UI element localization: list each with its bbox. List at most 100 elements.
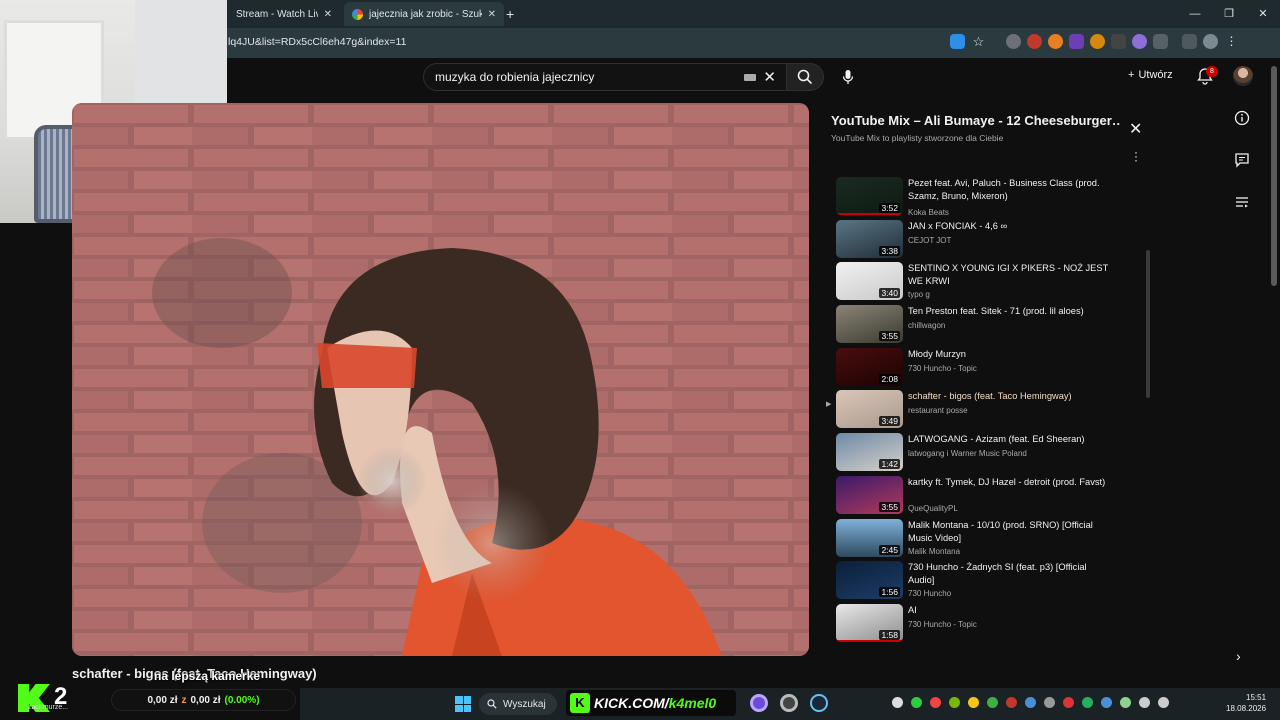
chevron-right-icon[interactable]: › xyxy=(1236,648,1241,664)
tray-icon[interactable] xyxy=(911,697,922,708)
taskbar-clock[interactable]: 15:51 18.08.2026 xyxy=(1226,692,1266,714)
wifi-icon[interactable] xyxy=(1139,697,1150,708)
puzzle-icon[interactable] xyxy=(1153,34,1168,49)
chat-icon[interactable] xyxy=(1232,150,1252,170)
item-title[interactable]: 730 Huncho - Żadnych SI (feat. p3) [Offi… xyxy=(908,561,1113,587)
playlist-more-icon[interactable]: · · · xyxy=(1134,146,1138,166)
video-thumbnail[interactable]: 1:56 xyxy=(836,561,903,600)
nvidia-icon[interactable] xyxy=(949,697,960,708)
video-thumbnail[interactable]: 2:45 xyxy=(836,518,903,557)
item-channel: QueQualityPL xyxy=(908,503,958,513)
notification-badge: 8 xyxy=(1206,66,1218,77)
tray-icon[interactable] xyxy=(892,697,903,708)
video-player[interactable] xyxy=(72,103,809,656)
duration-badge: 1:56 xyxy=(879,587,900,598)
clear-search-icon[interactable]: ✕ xyxy=(763,68,776,86)
playlist-item[interactable]: 3:52 Pezet feat. Avi, Paluch - Business … xyxy=(826,175,1126,218)
video-thumbnail[interactable]: 3:38 xyxy=(836,219,903,258)
playlist-item[interactable]: 1:42 LATWOGANG - Azizam (feat. Ed Sheera… xyxy=(826,431,1126,474)
network-icon[interactable] xyxy=(1101,697,1112,708)
close-tab-icon[interactable]: ✕ xyxy=(324,9,332,20)
app-icon[interactable] xyxy=(780,694,798,712)
close-playlist-icon[interactable]: ✕ xyxy=(1129,119,1142,139)
tray-icon[interactable] xyxy=(1006,697,1017,708)
playlist-item[interactable]: 2:45 Malik Montana - 10/10 (prod. SRNO) … xyxy=(826,517,1126,560)
item-title[interactable]: Pezet feat. Avi, Paluch - Business Class… xyxy=(908,177,1113,203)
video-thumbnail[interactable]: 3:49 xyxy=(836,390,903,429)
new-tab-button[interactable]: + xyxy=(506,6,514,22)
playlist-icon[interactable] xyxy=(1232,192,1252,212)
duration-badge: 3:55 xyxy=(879,501,900,512)
bookmark-star-icon[interactable]: ☆ xyxy=(971,34,986,49)
extension-icon[interactable] xyxy=(1090,34,1105,49)
voice-search-button[interactable] xyxy=(834,63,862,91)
extension-icon[interactable] xyxy=(1132,34,1147,49)
item-title[interactable]: schafter - bigos (feat. Taco Hemingway) xyxy=(908,390,1113,403)
extension-icon[interactable] xyxy=(1006,34,1021,49)
video-thumbnail[interactable]: 1:58 xyxy=(836,603,903,642)
playlist-scrollbar[interactable] xyxy=(1146,250,1150,398)
item-title[interactable]: SENTINO X YOUNG IGI X PIKERS - NOŻ JEST … xyxy=(908,262,1113,288)
taskbar-search[interactable]: Wyszukaj xyxy=(479,693,557,715)
video-thumbnail[interactable]: 1:42 xyxy=(836,433,903,472)
microphone-icon xyxy=(842,70,854,84)
tray-icon[interactable] xyxy=(987,697,998,708)
extension-icon[interactable] xyxy=(1069,34,1084,49)
windows-start-icon[interactable] xyxy=(455,696,471,712)
tray-icon[interactable] xyxy=(1063,697,1074,708)
app-icon[interactable] xyxy=(750,694,768,712)
create-button[interactable]: + Utwórz xyxy=(1128,69,1173,81)
maximize-icon[interactable]: ❐ xyxy=(1212,0,1246,28)
url-text[interactable]: lq4JU&list=RDx5cCl6eh47g&index=11 xyxy=(228,36,406,48)
item-title[interactable]: kartky ft. Tymek, DJ Hazel - detroit (pr… xyxy=(908,476,1113,489)
avatar[interactable] xyxy=(1233,66,1253,86)
tray-icon[interactable] xyxy=(1082,697,1093,708)
video-thumbnail[interactable]: 3:52 xyxy=(836,177,903,215)
browser-tab-search[interactable]: jajecznia jak zrobic - Szukaj w G ✕ xyxy=(344,2,504,26)
item-title[interactable]: Malik Montana - 10/10 (prod. SRNO) [Offi… xyxy=(908,519,1113,545)
extension-icon[interactable] xyxy=(1111,34,1126,49)
video-thumbnail[interactable]: 3:40 xyxy=(836,262,903,301)
item-title[interactable]: Ten Preston feat. Sitek - 71 (prod. lil … xyxy=(908,305,1113,318)
playlist-item[interactable]: 1:56 730 Huncho - Żadnych SI (feat. p3) … xyxy=(826,559,1126,602)
item-title[interactable]: Młody Murzyn xyxy=(908,348,1113,361)
playlist-item[interactable]: 3:38 JAN x FONCIAK - 4,6 ∞ CEJOT JOT xyxy=(826,218,1126,261)
playlist-item[interactable]: 1:58 AI 730 Huncho - Topic xyxy=(826,602,1126,645)
volume-icon[interactable] xyxy=(1158,697,1169,708)
cast-icon[interactable] xyxy=(950,34,965,49)
playlist-item-current[interactable]: ▶ 3:49 schafter - bigos (feat. Taco Hemi… xyxy=(826,388,1126,431)
extension-icon[interactable] xyxy=(1048,34,1063,49)
item-title[interactable]: AI xyxy=(908,604,1113,617)
search-input[interactable]: muzyka do robienia jajecznicy ✕ xyxy=(423,63,787,91)
video-thumbnail[interactable]: 3:55 xyxy=(836,475,903,514)
browser-tab-stream[interactable]: Stream - Watch Live on · ✕ xyxy=(228,2,340,26)
reading-list-icon[interactable] xyxy=(1182,34,1197,49)
search-button[interactable] xyxy=(786,63,824,91)
info-icon[interactable] xyxy=(1232,108,1252,128)
close-window-icon[interactable]: ✕ xyxy=(1246,0,1280,28)
tray-icon[interactable] xyxy=(1025,697,1036,708)
tray-icon[interactable] xyxy=(968,697,979,708)
extension-icon[interactable] xyxy=(1027,34,1042,49)
playlist-item[interactable]: 3:40 SENTINO X YOUNG IGI X PIKERS - NOŻ … xyxy=(826,260,1126,303)
keyboard-icon[interactable] xyxy=(744,74,756,81)
profile-icon[interactable] xyxy=(1203,34,1218,49)
item-title[interactable]: JAN x FONCIAK - 4,6 ∞ xyxy=(908,220,1113,233)
item-channel: latwogang i Warner Music Poland xyxy=(908,449,1027,459)
item-title[interactable]: LATWOGANG - Azizam (feat. Ed Sheeran) xyxy=(908,433,1113,446)
menu-dots-icon[interactable]: ⋮ xyxy=(1224,34,1239,49)
close-tab-icon[interactable]: ✕ xyxy=(488,9,496,20)
steam-icon[interactable] xyxy=(810,694,828,712)
playlist-item[interactable]: 2:08 Młody Murzyn 730 Huncho - Topic xyxy=(826,346,1126,389)
playlist-item[interactable]: 3:55 kartky ft. Tymek, DJ Hazel - detroi… xyxy=(826,474,1126,517)
video-thumbnail[interactable]: 2:08 xyxy=(836,347,903,386)
video-thumbnail[interactable]: 3:55 xyxy=(836,305,903,344)
page-scrollbar[interactable] xyxy=(1271,66,1277,286)
kick-url-prefix: KICK.COM/ xyxy=(594,695,669,711)
minimize-icon[interactable]: — xyxy=(1178,0,1212,28)
tray-icon[interactable] xyxy=(930,697,941,708)
playlist-item[interactable]: 3:55 Ten Preston feat. Sitek - 71 (prod.… xyxy=(826,303,1126,346)
playlist-title[interactable]: YouTube Mix – Ali Bumaye - 12 Cheeseburg… xyxy=(831,113,1121,128)
tray-icon[interactable] xyxy=(1044,697,1055,708)
microphone-icon[interactable] xyxy=(1120,697,1131,708)
